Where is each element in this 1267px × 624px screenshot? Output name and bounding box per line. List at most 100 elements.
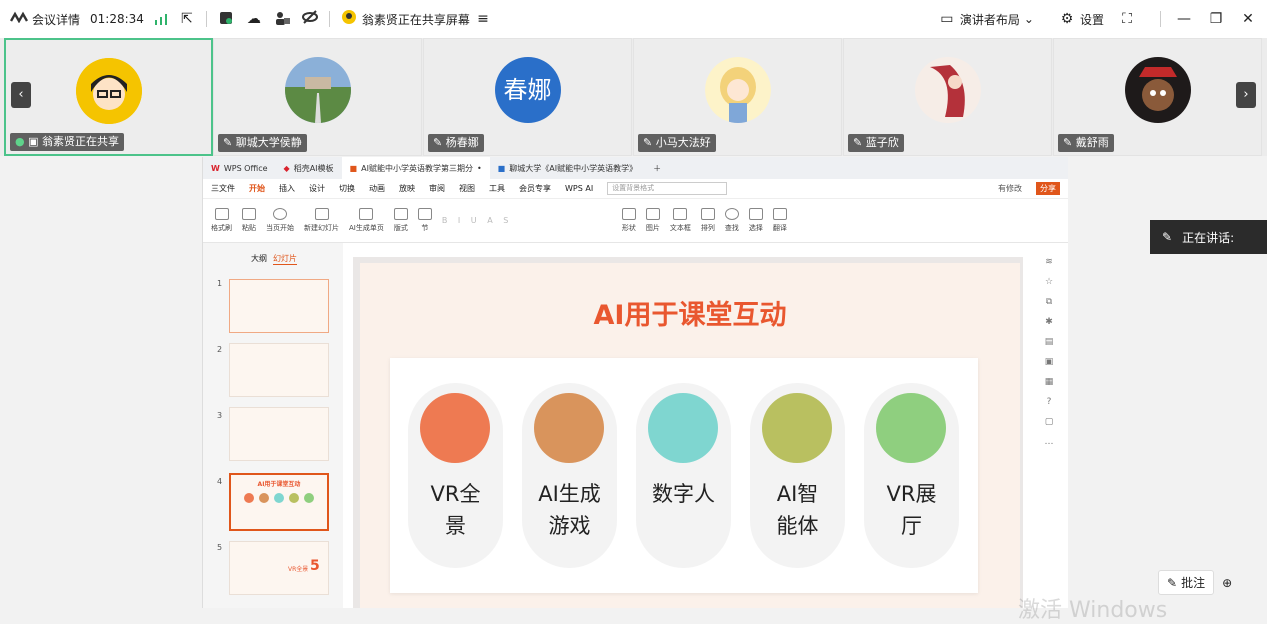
close-icon[interactable]: ✕ bbox=[1239, 10, 1257, 28]
font-controls[interactable]: B I U A S bbox=[442, 216, 612, 225]
template-icon[interactable]: ▤ bbox=[1045, 337, 1054, 347]
more-icon[interactable]: … bbox=[1045, 437, 1054, 447]
tab-document[interactable]: ■ 聊城大学《AI赋能中小学英语教学》 bbox=[490, 157, 645, 179]
cloud-icon[interactable]: ☁ bbox=[245, 10, 263, 28]
sharing-indicator[interactable]: 翁素贤正在共享屏幕 ≡ bbox=[340, 10, 492, 28]
avatar bbox=[704, 57, 771, 123]
scroll-left-button[interactable]: ‹ bbox=[11, 82, 31, 108]
clock-icon bbox=[534, 393, 604, 463]
slide-thumbnail[interactable] bbox=[229, 343, 329, 397]
feature-pill[interactable]: VR展厅 bbox=[864, 383, 959, 568]
settings-button[interactable]: ⚙ 设置 bbox=[1058, 10, 1104, 28]
ribbon-ai-slide[interactable]: AI生成单页 bbox=[349, 208, 384, 233]
menu-item[interactable]: WPS AI bbox=[565, 184, 593, 193]
play-icon bbox=[273, 208, 287, 220]
ribbon-new-slide[interactable]: 新建幻灯片 bbox=[304, 208, 339, 233]
hide-icon[interactable] bbox=[301, 10, 319, 28]
ribbon-translate[interactable]: 翻译 bbox=[772, 208, 787, 233]
participants-icon[interactable] bbox=[273, 10, 291, 28]
tab-templates[interactable]: ◆ 稻壳AI模板 bbox=[276, 157, 342, 179]
new-tab-button[interactable]: ＋ bbox=[645, 157, 669, 179]
menu-item[interactable]: 三文件 bbox=[211, 183, 235, 194]
menu-item[interactable]: 会员专享 bbox=[519, 183, 551, 194]
meeting-details-button[interactable]: 会议详情 bbox=[9, 10, 80, 28]
feature-pill[interactable]: 数字人 bbox=[636, 383, 731, 568]
participant-name-tag: ✎ 蓝子欣 bbox=[848, 134, 904, 152]
tab-slides[interactable]: 幻灯片 bbox=[273, 253, 297, 265]
scroll-right-button[interactable]: › bbox=[1236, 82, 1256, 108]
chevron-left-icon: ‹ bbox=[18, 87, 24, 102]
feature-pill[interactable]: VR全景 bbox=[408, 383, 503, 568]
star-icon[interactable]: ☆ bbox=[1045, 277, 1053, 287]
slide-thumbnail[interactable] bbox=[229, 279, 329, 333]
menu-item[interactable]: 审阅 bbox=[429, 183, 445, 194]
participant-name: 翁素贤正在共享 bbox=[42, 135, 120, 148]
feature-pill[interactable]: AI智 能体 bbox=[750, 383, 845, 568]
signal-icon bbox=[154, 13, 168, 25]
participant-name-tag: ✎ 聊城大学侯静 bbox=[218, 134, 307, 152]
feature-pill[interactable]: AI生成 游戏 bbox=[522, 383, 617, 568]
record-icon[interactable] bbox=[217, 10, 235, 28]
thumb-text: VR全景 bbox=[288, 566, 309, 573]
slide-card: VR全景 AI生成 游戏 数字人 AI智 能体 VR展厅 bbox=[390, 358, 978, 593]
properties-icon[interactable]: ≋ bbox=[1045, 257, 1053, 267]
slide-thumbnail-selected[interactable]: AI用于课堂互动 bbox=[229, 473, 329, 531]
help-icon[interactable]: ? bbox=[1047, 397, 1052, 407]
comment-icon[interactable]: ▢ bbox=[1045, 417, 1054, 427]
menu-item[interactable]: 工具 bbox=[489, 183, 505, 194]
grid-icon[interactable]: ▦ bbox=[1045, 377, 1054, 387]
minimize-icon[interactable]: — bbox=[1175, 10, 1193, 28]
search-input[interactable]: 设置背景格式 bbox=[607, 182, 728, 195]
participant-tile[interactable]: 春娜 ✎ 杨春娜 bbox=[423, 38, 632, 156]
participant-tile[interactable]: ● ▣ 翁素贤正在共享 bbox=[4, 38, 213, 156]
popout-icon[interactable]: ⇱ bbox=[178, 10, 196, 28]
magic-icon[interactable]: ✱ bbox=[1045, 317, 1053, 327]
tab-wps-office[interactable]: W WPS Office bbox=[203, 157, 276, 179]
menu-item[interactable]: 动画 bbox=[369, 183, 385, 194]
speaking-label: 正在讲话: bbox=[1182, 230, 1235, 245]
ribbon-shape[interactable]: 形状 bbox=[621, 208, 636, 233]
ribbon-play[interactable]: 当页开始 bbox=[266, 208, 294, 233]
ribbon-select[interactable]: 选择 bbox=[748, 208, 763, 233]
ribbon-arrange[interactable]: 排列 bbox=[700, 208, 715, 233]
menu-item[interactable]: 开始 bbox=[249, 183, 265, 194]
participant-tile[interactable]: ✎ 戴舒雨 bbox=[1053, 38, 1262, 156]
thumb-number: 5 bbox=[217, 543, 223, 552]
menu-item[interactable]: 设计 bbox=[309, 183, 325, 194]
ribbon-section[interactable]: 节 bbox=[417, 208, 432, 233]
tab-presentation[interactable]: ■ AI赋能中小学英语教学第三期分 • bbox=[341, 157, 490, 179]
fullscreen-icon[interactable]: ⛶ bbox=[1118, 10, 1136, 28]
ribbon-format-painter[interactable]: 格式刷 bbox=[211, 208, 232, 233]
layers-icon[interactable]: ⧉ bbox=[1046, 297, 1052, 307]
participant-tile[interactable]: ✎ 小马大法好 bbox=[633, 38, 842, 156]
share-button[interactable]: 分享 bbox=[1036, 182, 1060, 195]
settings-label: 设置 bbox=[1079, 12, 1104, 27]
tab-outline[interactable]: 大纲 bbox=[251, 253, 267, 265]
menu-item[interactable]: 插入 bbox=[279, 183, 295, 194]
restore-icon[interactable]: ❐ bbox=[1207, 10, 1225, 28]
menu-item[interactable]: 视图 bbox=[459, 183, 475, 194]
annotate-button[interactable]: ✎ 批注 bbox=[1158, 570, 1215, 595]
slide[interactable]: AI用于课堂互动 VR全景 AI生成 游戏 数字人 AI智 能体 VR展 厅 bbox=[360, 263, 1020, 608]
menu-lines-icon: ≡ bbox=[477, 11, 489, 27]
ribbon-label: AI生成单页 bbox=[349, 224, 384, 232]
menu-item[interactable]: 放映 bbox=[399, 183, 415, 194]
participant-tile[interactable]: ✎ 蓝子欣 bbox=[843, 38, 1052, 156]
ribbon-textbox[interactable]: 文本框 bbox=[670, 208, 691, 233]
avatar bbox=[914, 57, 981, 123]
shared-screen: W WPS Office ◆ 稻壳AI模板 ■ AI赋能中小学英语教学第三期分 • ■ 聊… bbox=[202, 157, 1068, 608]
zoom-icon[interactable]: ⊕ bbox=[1222, 576, 1232, 590]
layout-dropdown[interactable]: ▭ 演讲者布局 ⌄ bbox=[938, 10, 1034, 28]
ribbon-find[interactable]: 查找 bbox=[724, 208, 739, 233]
layout-label: 演讲者布局 bbox=[959, 12, 1020, 27]
participant-tile[interactable]: ✎ 聊城大学侯静 bbox=[213, 38, 422, 156]
menu-item[interactable]: 切换 bbox=[339, 183, 355, 194]
slide-thumbnail[interactable] bbox=[229, 407, 329, 461]
slide-thumbnail[interactable]: VR全景 5 bbox=[229, 541, 329, 595]
ribbon-picture[interactable]: 图片 bbox=[645, 208, 660, 233]
thumb-dot bbox=[259, 493, 269, 503]
image-icon[interactable]: ▣ bbox=[1045, 357, 1054, 367]
ribbon-layout[interactable]: 版式 bbox=[393, 208, 408, 233]
ribbon-paste[interactable]: 粘贴 bbox=[242, 208, 256, 233]
participant-name-tag: ● ▣ 翁素贤正在共享 bbox=[10, 133, 125, 151]
